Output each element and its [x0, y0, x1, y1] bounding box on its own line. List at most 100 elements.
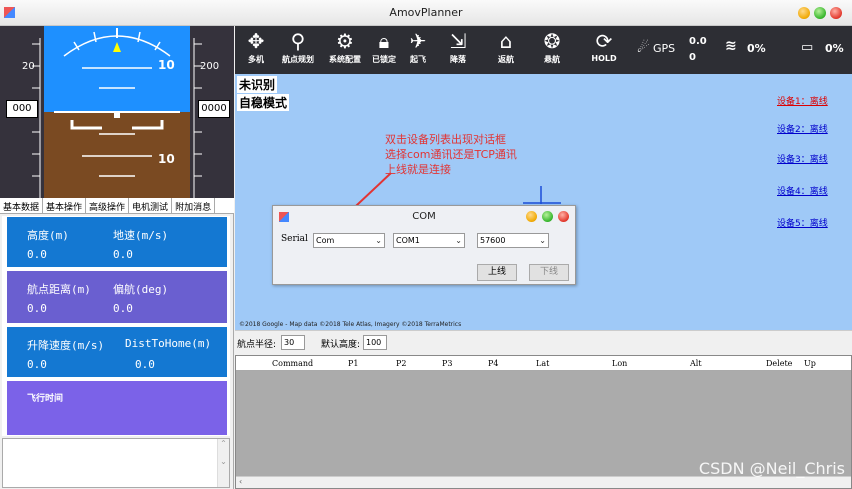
crosshair-icon — [523, 186, 561, 204]
device-4-link[interactable]: 设备4：离线 — [777, 184, 828, 197]
title-bar: AmovPlanner — [0, 0, 852, 26]
col-lat[interactable]: Lat — [536, 359, 549, 368]
dialog-close-button[interactable] — [558, 211, 569, 222]
tab-basic-ops[interactable]: 基本操作 — [43, 198, 87, 213]
default-alt-label: 默认高度: — [321, 340, 361, 350]
tab-motor-test[interactable]: 电机测试 — [129, 198, 173, 213]
note-line-3: 上线就是连接 — [385, 163, 451, 176]
col-command[interactable]: Command — [272, 359, 313, 368]
col-p1[interactable]: P1 — [348, 359, 358, 368]
takeoff-icon: ✈ — [409, 29, 427, 53]
return-home-label: 返航 — [498, 55, 514, 64]
takeoff-label: 起飞 — [410, 55, 426, 64]
takeoff-button[interactable]: ✈ 起飞 — [405, 28, 431, 65]
quadcopter-icon: ✥ — [247, 29, 265, 53]
chevron-down-icon: ⌄ — [539, 236, 546, 245]
wifi-icon: ≋ — [725, 38, 737, 54]
pitch-label-bottom: 10 — [158, 152, 175, 166]
note-line-1: 双击设备列表出现对话框 — [385, 133, 506, 146]
col-lon[interactable]: Lon — [612, 359, 627, 368]
land-button[interactable]: ⇲ 降落 — [445, 28, 471, 65]
offline-button[interactable]: 下线 — [529, 264, 569, 281]
map-area[interactable]: 未识别 自稳模式 设备1：离线 设备2：离线 设备3：离线 设备4：离线 设备5… — [235, 74, 852, 330]
system-config-label: 系统配置 — [329, 55, 361, 64]
hud-overlay — [54, 28, 180, 177]
multi-vehicle-button[interactable]: ✥ 多机 — [243, 28, 269, 65]
left-scale-label: 20 — [22, 61, 35, 72]
dialog-minimize-button[interactable] — [526, 211, 537, 222]
device-1-link[interactable]: 设备1：离线 — [777, 94, 828, 107]
pitch-label-top: 10 — [158, 58, 175, 72]
wp-radius-label: 航点半径: — [237, 340, 277, 350]
return-home-button[interactable]: ⌂ 返航 — [493, 28, 519, 65]
waypoint-settings-bar: 航点半径: 30 默认高度: 100 — [235, 330, 852, 354]
log-box[interactable]: ⌃ ⌄ — [2, 438, 230, 488]
device-2-link[interactable]: 设备2：离线 — [777, 122, 828, 135]
hold-button[interactable]: ⟳ HOLD — [589, 28, 619, 63]
hover-icon: ❂ — [543, 29, 561, 53]
scroll-left-icon[interactable]: ‹ — [239, 477, 242, 486]
climb-value: 0.0 — [27, 358, 47, 371]
tile-wp-yaw: 航点距离(m) 0.0 偏航(deg) 0.0 — [6, 270, 228, 324]
tab-advanced-ops[interactable]: 高级操作 — [86, 198, 130, 213]
wp-radius-input[interactable]: 30 — [281, 335, 305, 350]
default-alt-input[interactable]: 100 — [363, 335, 387, 350]
table-header: Command P1 P2 P3 P4 Lat Lon Alt Delete U… — [236, 356, 851, 371]
land-label: 降落 — [450, 55, 466, 64]
device-3-link[interactable]: 设备3：离线 — [777, 152, 828, 165]
close-button[interactable] — [830, 7, 842, 19]
hover-button[interactable]: ❂ 悬航 — [539, 28, 565, 65]
lock-label: 已锁定 — [372, 55, 396, 64]
annotation-note: 双击设备列表出现对话框 选择com通讯还是TCP通讯 上线就是连接 — [385, 132, 517, 177]
lock-button[interactable]: 🔒︎ 已锁定 — [369, 28, 399, 65]
yaw-label: 偏航(deg) — [113, 283, 169, 296]
system-config-button[interactable]: ⚙ 系统配置 — [325, 28, 365, 65]
tile-flight-time: 飞行时间 — [6, 380, 228, 436]
flight-mode-status: 自稳模式 — [237, 94, 290, 111]
vehicle-type-status: 未识别 — [237, 76, 278, 93]
hold-label: HOLD — [591, 54, 617, 63]
baud-select[interactable]: 57600 ⌄ — [477, 233, 549, 248]
left-panel: 20 200 10 10 000 0000 基本数据 基本操作 高级操作 电机测… — [0, 26, 234, 489]
comm-type-value: Com — [316, 236, 335, 245]
flight-time-label: 飞行时间 — [27, 394, 64, 404]
toolbar: ✥ 多机 ⚲ 航点规划 ⚙ 系统配置 🔒︎ 已锁定 ✈ 起飞 ⇲ 降落 ⌂ 返航… — [235, 26, 852, 74]
port-select[interactable]: COM1 ⌄ — [393, 233, 465, 248]
battery-icon: ▭ — [801, 40, 814, 55]
waypoint-plan-button[interactable]: ⚲ 航点规划 — [275, 28, 321, 65]
dist-home-value: 0.0 — [135, 358, 155, 371]
altitude-box: 000 — [6, 100, 38, 118]
maximize-button[interactable] — [814, 7, 826, 19]
satellite-icon: ☄ — [637, 40, 650, 56]
tab-extra-msg[interactable]: 附加消息 — [172, 198, 216, 213]
chevron-down-icon: ⌄ — [455, 236, 462, 245]
tab-basic-data[interactable]: 基本数据 — [0, 198, 44, 213]
tile-climb-home: 升降速度(m/s) 0.0 DistToHome(m) 0.0 — [6, 326, 228, 378]
col-p3[interactable]: P3 — [442, 359, 452, 368]
dialog-maximize-button[interactable] — [542, 211, 553, 222]
right-scale-label: 200 — [200, 61, 220, 72]
minimize-button[interactable] — [798, 7, 810, 19]
waypoint-plan-label: 航点规划 — [282, 55, 314, 64]
multi-vehicle-label: 多机 — [248, 55, 264, 64]
attitude-indicator: 20 200 10 10 000 0000 — [0, 26, 234, 198]
comm-type-select[interactable]: Com ⌄ — [313, 233, 385, 248]
col-alt[interactable]: Alt — [690, 359, 702, 368]
tile-altitude-speed: 高度(m) 0.0 地速(m/s) 0.0 — [6, 216, 228, 268]
altitude-label: 高度(m) — [27, 229, 69, 242]
port-value: COM1 — [396, 236, 420, 245]
serial-label: Serial — [281, 234, 308, 244]
waypoint-icon: ⚲ — [290, 29, 306, 53]
wp-distance-label: 航点距离(m) — [27, 283, 91, 296]
device-5-link[interactable]: 设备5：离线 — [777, 216, 828, 229]
map-copyright: ©2018 Google - Map data ©2018 Tele Atlas… — [239, 321, 462, 328]
online-button[interactable]: 上线 — [477, 264, 517, 281]
window-title: AmovPlanner — [389, 6, 463, 19]
col-up[interactable]: Up — [804, 359, 816, 368]
battery-value: 0% — [825, 42, 844, 55]
waypoint-table[interactable]: Command P1 P2 P3 P4 Lat Lon Alt Delete U… — [235, 355, 852, 489]
col-p2[interactable]: P2 — [396, 359, 406, 368]
col-delete[interactable]: Delete — [766, 359, 792, 368]
col-p4[interactable]: P4 — [488, 359, 498, 368]
log-scrollbar[interactable]: ⌃ ⌄ — [217, 439, 229, 487]
